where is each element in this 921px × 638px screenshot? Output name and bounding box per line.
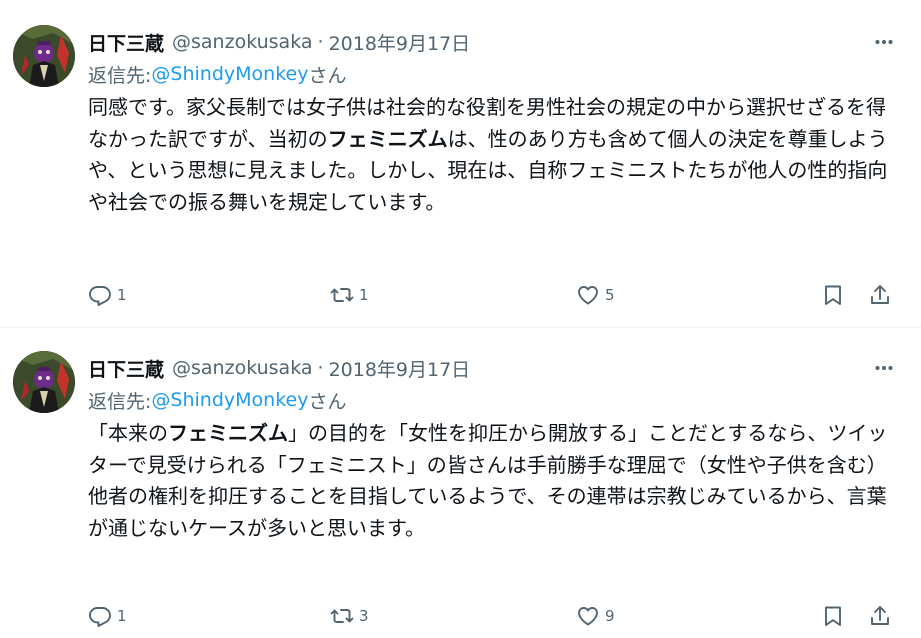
tweet-header: 日下三蔵 @sanzokusaka · 2018年9月17日 [88, 26, 901, 58]
heart-icon [578, 286, 598, 305]
retweet-icon [330, 288, 354, 302]
author-name[interactable]: 日下三蔵 [88, 355, 164, 382]
tweet-content: 日下三蔵 @sanzokusaka · 2018年9月17日 返信先: @Shi… [88, 26, 901, 218]
like-count: 5 [605, 286, 615, 304]
bookmark-icon [825, 606, 841, 626]
bookmark-icon [825, 285, 841, 305]
mention-link[interactable]: @ShindyMonkey [151, 389, 308, 411]
like-button[interactable]: 9 [576, 600, 615, 632]
more-icon [875, 366, 893, 370]
tweet-header: 日下三蔵 @sanzokusaka · 2018年9月17日 [88, 352, 901, 384]
reply-button[interactable]: 1 [88, 279, 127, 311]
separator: · [317, 31, 324, 53]
separator: · [317, 357, 324, 379]
like-button[interactable]: 5 [576, 279, 615, 311]
reply-context: 返信先: @ShindyMonkey さん [88, 384, 901, 416]
share-icon [871, 285, 889, 304]
reply-count: 1 [117, 286, 127, 304]
reply-suffix: さん [308, 390, 347, 413]
retweet-icon [330, 609, 354, 623]
more-button[interactable] [867, 352, 901, 384]
reply-button[interactable]: 1 [88, 600, 127, 632]
tweet-date[interactable]: 2018年9月17日 [329, 29, 471, 56]
more-button[interactable] [867, 26, 901, 58]
tweet[interactable]: 日下三蔵 @sanzokusaka · 2018年9月17日 返信先: @Shi… [0, 0, 921, 328]
retweet-count: 3 [359, 607, 369, 625]
tweet-text: 同感です。家父長制では女子供は社会的な役割を男性社会の規定の中から選択せざるを得… [88, 92, 896, 218]
avatar[interactable] [13, 351, 75, 413]
author-name[interactable]: 日下三蔵 [88, 29, 164, 56]
tweet-actions: 1 3 9 [88, 600, 900, 632]
tweet-text-bold: フェミニズム [327, 126, 448, 151]
bookmark-button[interactable] [821, 600, 845, 632]
tweet-content: 日下三蔵 @sanzokusaka · 2018年9月17日 返信先: @Shi… [88, 352, 901, 544]
share-icon [871, 606, 889, 625]
reply-suffix: さん [308, 64, 347, 87]
tweet[interactable]: 日下三蔵 @sanzokusaka · 2018年9月17日 返信先: @Shi… [0, 329, 921, 638]
author-handle[interactable]: @sanzokusaka [172, 31, 313, 53]
reply-count: 1 [117, 607, 127, 625]
tweet-text-bold: フェミニズム [168, 421, 288, 445]
reply-prefix: 返信先: [88, 64, 152, 87]
retweet-button[interactable]: 3 [330, 600, 369, 632]
tweet-text: 「本来のフェミニズム」の目的を「女性を抑圧から開放する」ことだとするなら、ツイッ… [88, 418, 896, 544]
reply-prefix: 返信先: [88, 390, 152, 413]
avatar[interactable] [13, 25, 75, 87]
like-count: 9 [605, 607, 615, 625]
tweet-actions: 1 1 5 [88, 279, 900, 311]
more-icon [875, 40, 893, 44]
bookmark-button[interactable] [821, 279, 845, 311]
heart-icon [578, 607, 598, 626]
retweet-count: 1 [359, 286, 369, 304]
retweet-button[interactable]: 1 [330, 279, 369, 311]
tweet-text-part: 「本来の [88, 421, 168, 445]
reply-icon [89, 607, 111, 627]
mention-link[interactable]: @ShindyMonkey [151, 63, 308, 85]
share-button[interactable] [868, 600, 892, 632]
reply-context: 返信先: @ShindyMonkey さん [88, 58, 901, 90]
share-button[interactable] [868, 279, 892, 311]
reply-icon [89, 286, 111, 306]
tweet-date[interactable]: 2018年9月17日 [329, 355, 471, 382]
author-handle[interactable]: @sanzokusaka [172, 357, 313, 379]
